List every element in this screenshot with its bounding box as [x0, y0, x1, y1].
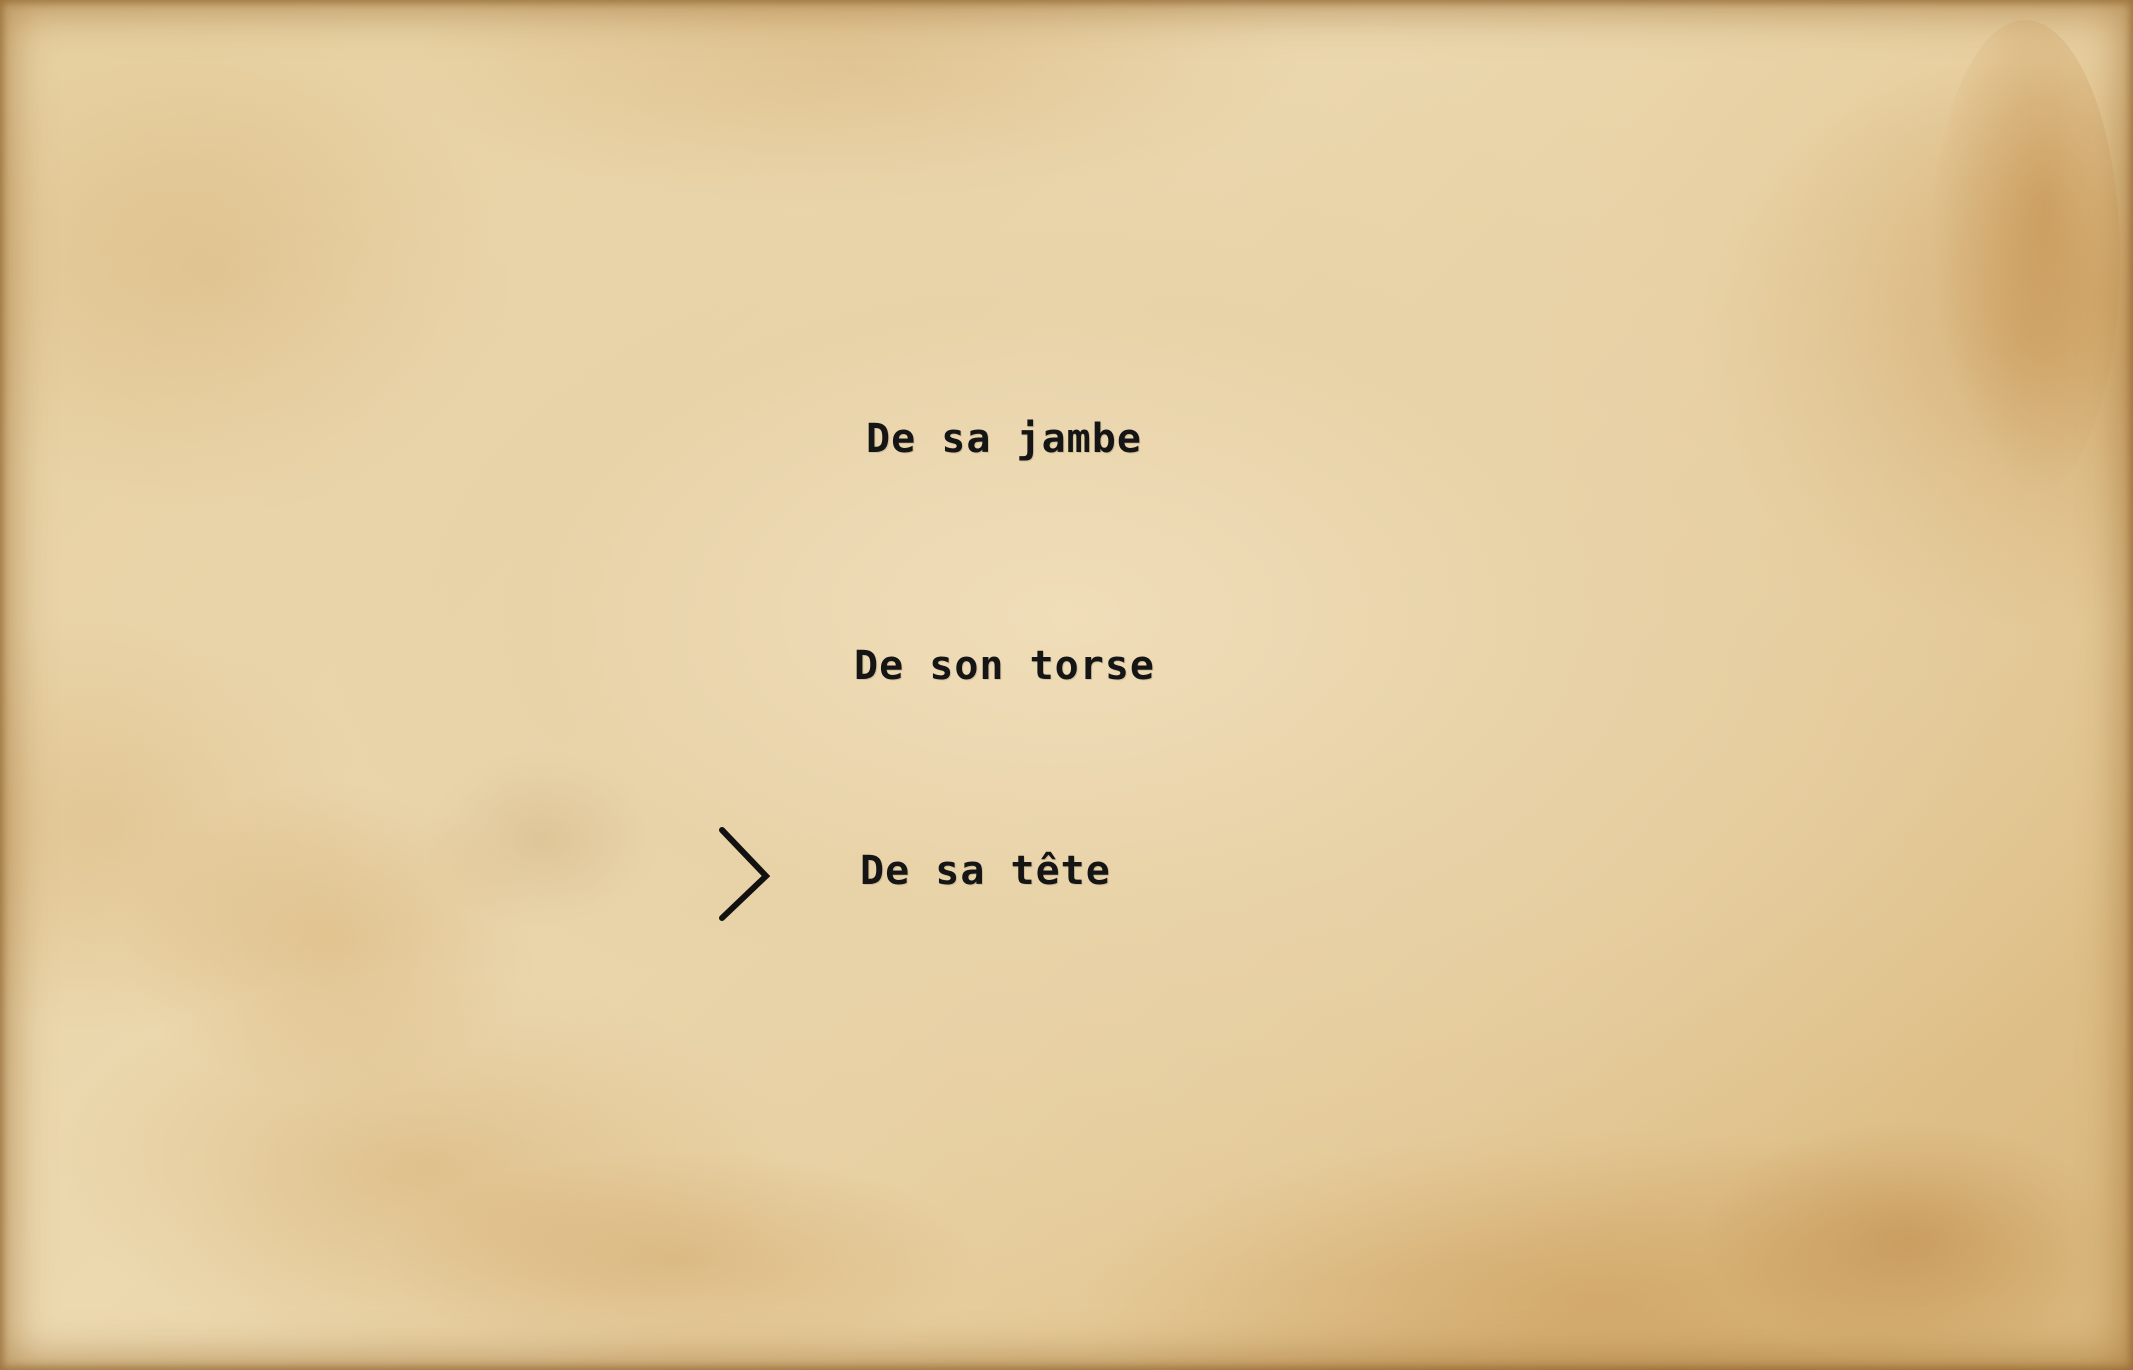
parchment-stain — [1700, 1120, 2120, 1360]
choice-head[interactable]: De sa tête — [860, 848, 1111, 894]
choice-leg[interactable]: De sa jambe — [866, 416, 1142, 462]
parchment-background: De sa jambe De son torse De sa tête — [0, 0, 2133, 1370]
chevron-right-icon — [719, 827, 771, 921]
parchment-stain — [420, 750, 660, 930]
choice-torso[interactable]: De son torse — [854, 643, 1155, 689]
parchment-stain — [380, 1150, 980, 1370]
parchment-stain — [1930, 20, 2120, 500]
parchment-stain — [120, 780, 540, 1100]
